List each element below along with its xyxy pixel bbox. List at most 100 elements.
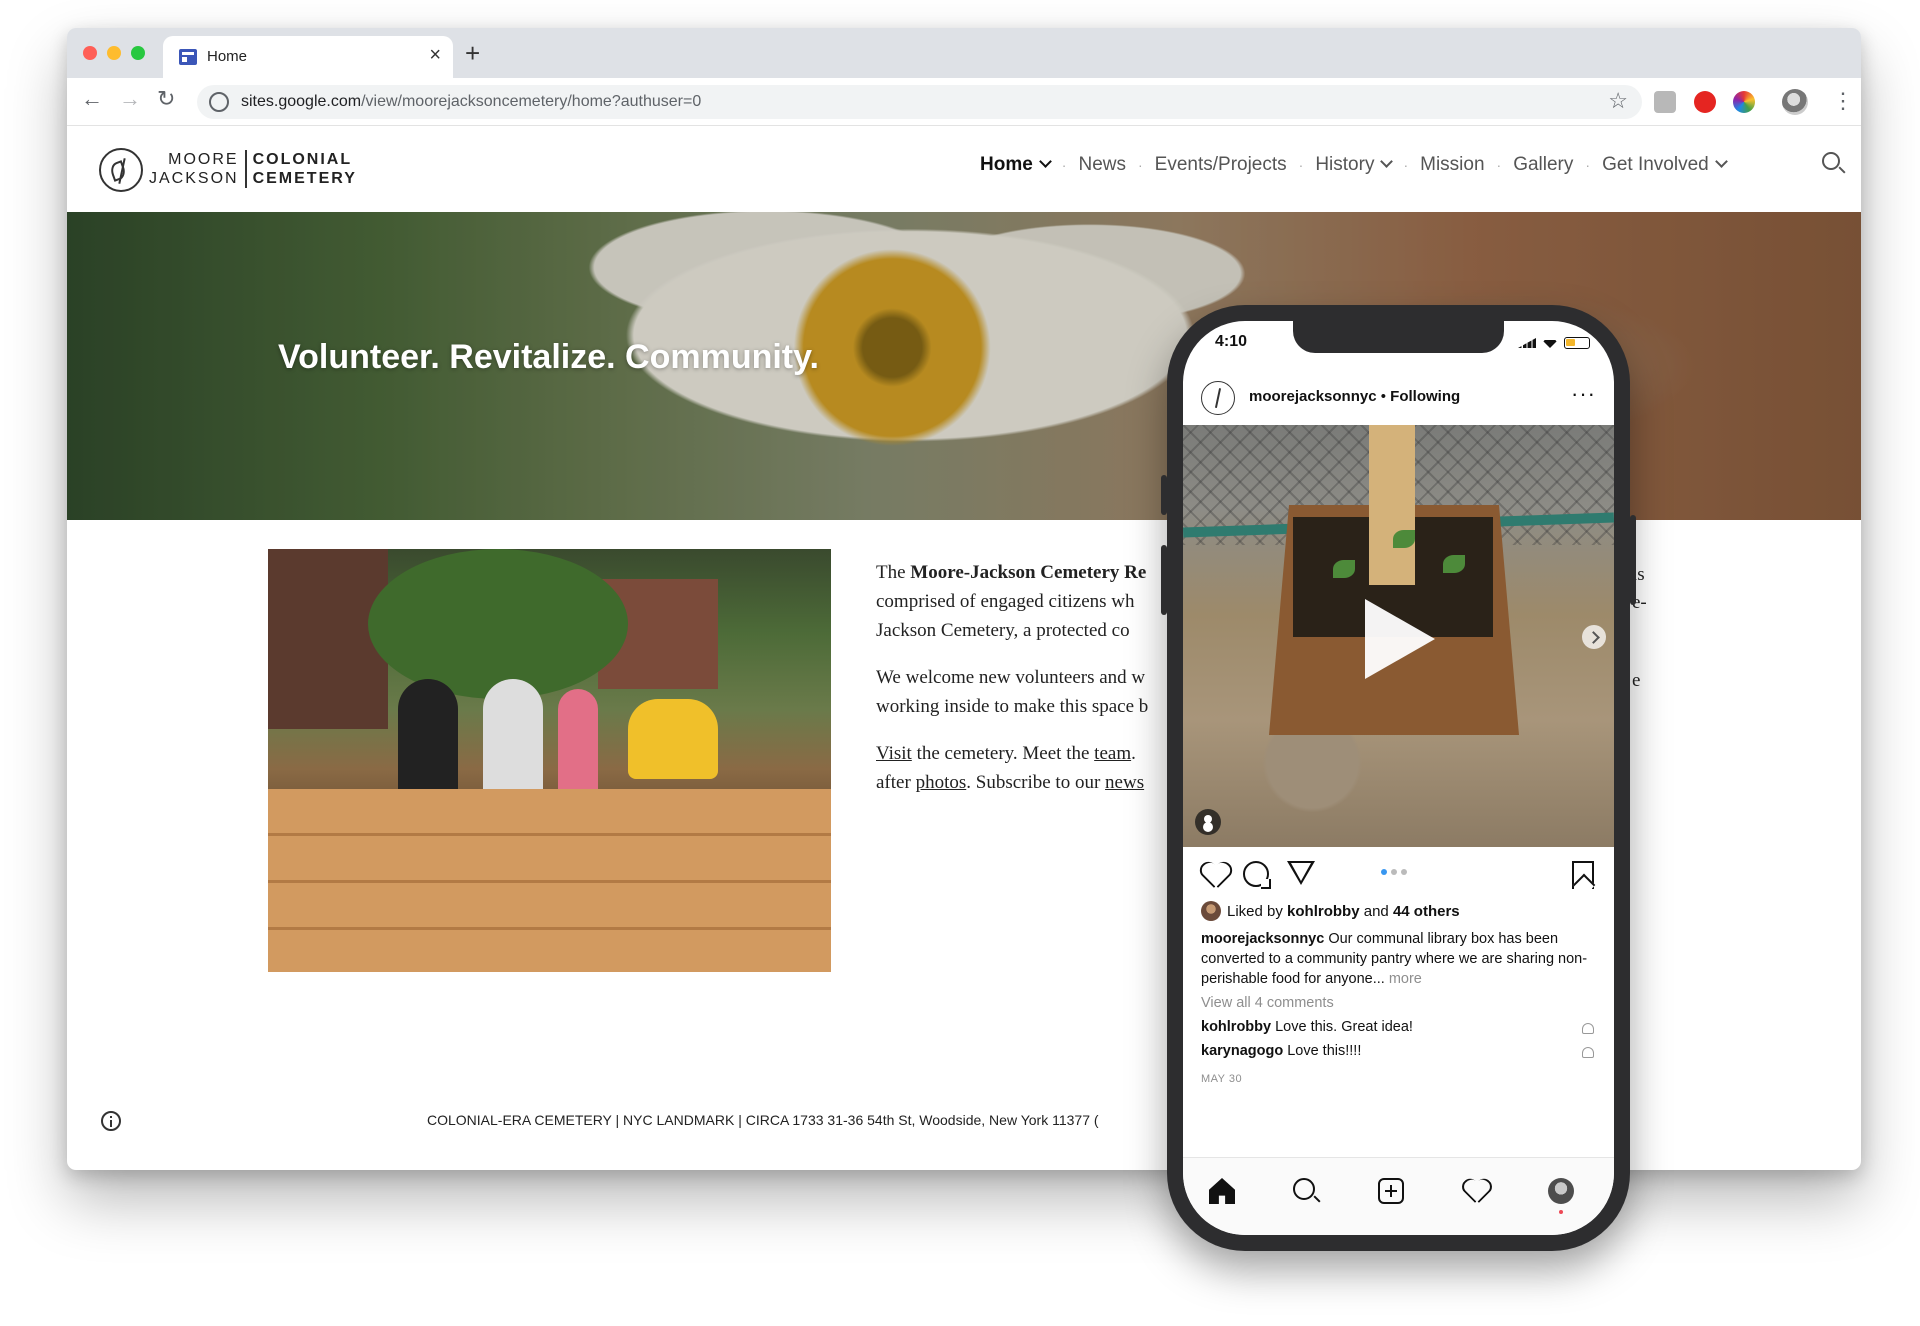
like-heart-icon[interactable] (1201, 861, 1229, 889)
tab-title: Home (207, 48, 248, 65)
nav-item-home[interactable]: Home (980, 154, 1052, 176)
bookmark-star-icon[interactable]: ☆ (1608, 88, 1628, 114)
text: . (1131, 743, 1136, 764)
phone-notch (1293, 321, 1504, 353)
nav-separator: · (1496, 157, 1502, 173)
home-icon[interactable] (1209, 1178, 1235, 1204)
sites-favicon-icon (179, 49, 197, 65)
post-username[interactable]: moorejacksonnyc • Following (1249, 388, 1460, 405)
phone-screen: 4:10 moorejacksonnyc • Following ··· Lik… (1183, 321, 1614, 1235)
team-link[interactable]: team (1094, 743, 1131, 764)
comment-username[interactable]: karynagogo (1201, 1043, 1283, 1059)
new-tab-button[interactable]: + (465, 38, 480, 69)
address-bar[interactable]: sites.google.com/view/moorejacksoncemete… (197, 85, 1642, 119)
newsletter-link[interactable]: news (1105, 772, 1144, 793)
nav-item-mission[interactable]: Mission (1420, 154, 1484, 176)
leaf-logo-icon[interactable] (99, 148, 143, 192)
url-domain: sites.google.com (241, 93, 362, 110)
nav-separator: · (1403, 157, 1409, 173)
new-post-icon[interactable] (1378, 1178, 1404, 1204)
maximize-window-button[interactable] (131, 46, 145, 60)
reload-icon[interactable]: ↻ (157, 86, 175, 112)
color-extension-icon[interactable] (1733, 91, 1755, 113)
comment-icon[interactable] (1243, 861, 1271, 889)
org-name: Moore-Jackson Cemetery Re (910, 562, 1147, 583)
post-video[interactable] (1183, 425, 1614, 847)
profile-avatar-icon[interactable] (1782, 89, 1808, 115)
comment-text: Love this!!!! (1283, 1043, 1362, 1059)
likes-text: Liked by kohlrobby and 44 others (1227, 903, 1460, 920)
likes-mid: and (1359, 902, 1393, 920)
intro-paragraph-1: The Moore-Jackson Cemetery Re comprised … (876, 558, 1176, 645)
back-icon[interactable]: ← (81, 86, 103, 112)
nav-item-history[interactable]: History (1315, 154, 1394, 176)
adblock-extension-icon[interactable] (1694, 91, 1716, 113)
site-nav: Home · News · Events/Projects · History … (980, 154, 1728, 176)
signal-icon (1518, 338, 1536, 348)
next-slide-icon[interactable] (1582, 625, 1606, 649)
intro-paragraph-3: Visit the cemetery. Meet the team. after… (876, 739, 1176, 797)
intro-text: The Moore-Jackson Cemetery Re comprised … (876, 558, 1176, 815)
url-path: /view/moorejacksoncemetery/home?authuser… (361, 93, 702, 110)
phone-mockup: 4:10 moorejacksonnyc • Following ··· Lik… (1161, 305, 1636, 1251)
comment-username[interactable]: kohlrobby (1201, 1019, 1271, 1035)
share-icon[interactable] (1287, 861, 1315, 885)
tagged-user-icon[interactable] (1195, 809, 1221, 835)
intro-paragraph-2: We welcome new volunteers and w working … (876, 663, 1176, 721)
carousel-dots (1381, 869, 1407, 875)
logo-left-block: MOORE JACKSON (149, 150, 247, 188)
close-window-button[interactable] (83, 46, 97, 60)
view-all-comments-link[interactable]: View all 4 comments (1201, 995, 1334, 1011)
comment-item: karynagogo Love this!!!! (1201, 1043, 1361, 1059)
site-info-icon[interactable] (209, 92, 229, 112)
nav-label: Get Involved (1602, 154, 1709, 175)
nav-item-get-involved[interactable]: Get Involved (1602, 154, 1728, 176)
battery-icon (1564, 337, 1590, 349)
url-text[interactable]: sites.google.com/view/moorejacksoncemete… (241, 93, 701, 111)
text: We welcome new volunteers and w (876, 667, 1146, 688)
text: the cemetery. Meet the (911, 743, 1095, 764)
info-icon[interactable] (101, 1111, 121, 1131)
caption-more-link[interactable]: more (1385, 971, 1422, 987)
photo-person (628, 699, 718, 779)
photo-plant (1393, 530, 1415, 548)
nav-item-news[interactable]: News (1078, 154, 1126, 176)
photo-plant (1443, 555, 1465, 573)
play-icon[interactable] (1365, 599, 1435, 679)
caption-username[interactable]: moorejacksonnyc (1201, 931, 1324, 947)
liker-avatar (1201, 901, 1221, 921)
chevron-down-icon[interactable] (1714, 155, 1728, 168)
more-options-icon[interactable]: ··· (1571, 381, 1596, 407)
carousel-dot (1381, 869, 1387, 875)
tab-close-icon[interactable]: × (429, 44, 441, 67)
visit-link[interactable]: Visit (876, 743, 912, 764)
search-icon[interactable] (1293, 1178, 1315, 1200)
browser-menu-icon[interactable]: ⋮ (1832, 88, 1854, 114)
comment-like-heart-icon[interactable] (1582, 1023, 1594, 1034)
tab-home[interactable]: Home × (163, 36, 453, 78)
activity-heart-icon[interactable] (1463, 1178, 1489, 1204)
photos-link[interactable]: photos (916, 772, 967, 793)
nav-item-gallery[interactable]: Gallery (1513, 154, 1573, 176)
minimize-window-button[interactable] (107, 46, 121, 60)
comment-like-heart-icon[interactable] (1582, 1047, 1594, 1058)
bookmark-icon[interactable] (1572, 861, 1594, 889)
post-header: moorejacksonnyc • Following ··· (1183, 371, 1614, 423)
volunteers-photo (268, 549, 831, 972)
search-icon[interactable] (1822, 152, 1840, 170)
browser-toolbar: ← → ↻ sites.google.com/view/moorejackson… (67, 78, 1861, 126)
text: Jackson Cemetery, a protected co (876, 620, 1130, 641)
photo-tree (368, 549, 628, 699)
extension-icon[interactable] (1654, 91, 1676, 113)
logo-right-block: COLONIAL CEMETERY (247, 150, 357, 188)
likes-line[interactable]: Liked by kohlrobby and 44 others (1201, 901, 1460, 921)
stage: Home × + ← → ↻ sites.google.com/view/moo… (0, 0, 1920, 1326)
forward-icon[interactable]: → (119, 86, 141, 112)
post-actions (1183, 855, 1614, 895)
nav-item-events[interactable]: Events/Projects (1155, 154, 1287, 176)
post-date: MAY 30 (1201, 1073, 1243, 1085)
account-avatar-icon[interactable] (1201, 381, 1235, 415)
profile-avatar-icon[interactable] (1548, 1178, 1574, 1204)
post-caption: moorejacksonnyc Our communal library box… (1201, 929, 1601, 989)
site-logo[interactable]: MOORE JACKSON COLONIAL CEMETERY (149, 150, 357, 188)
